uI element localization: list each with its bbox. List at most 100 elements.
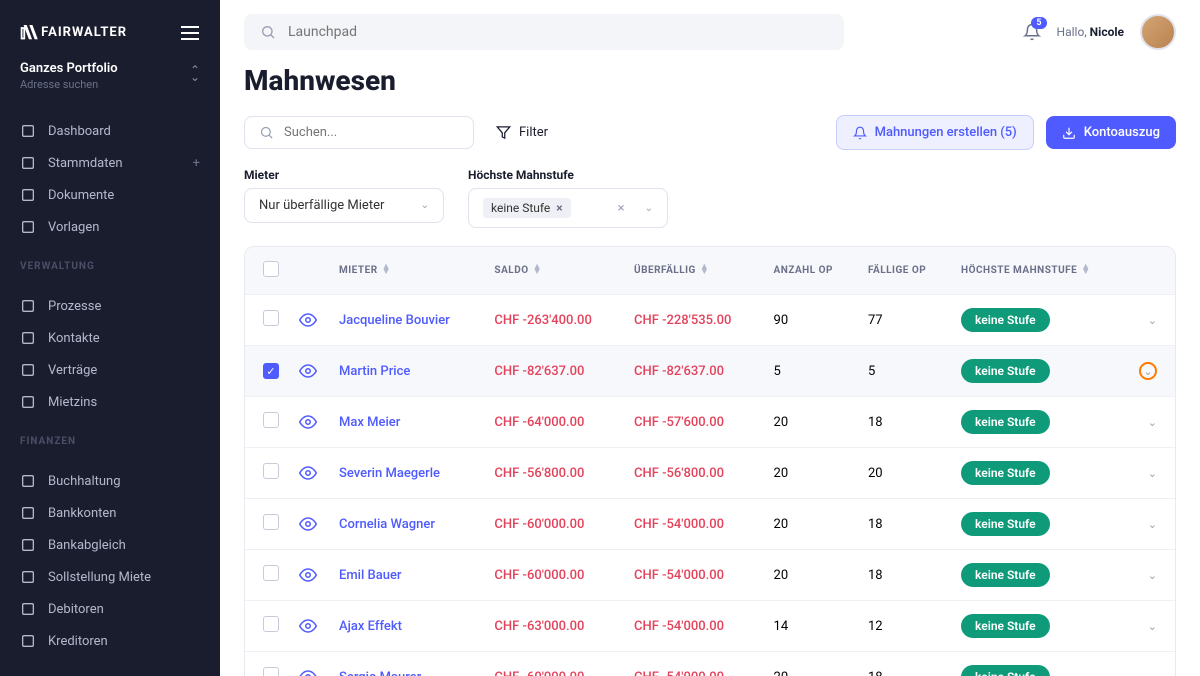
sidebar-item[interactable]: Verträge <box>0 354 220 386</box>
export-button[interactable]: Kontoauszug <box>1046 116 1176 149</box>
sidebar-item[interactable]: Stammdaten+ <box>0 147 220 179</box>
table-row: Emil BauerCHF -60'000.00CHF -54'000.0020… <box>245 550 1175 601</box>
tenant-link[interactable]: Jacqueline Bouvier <box>339 313 450 328</box>
view-icon[interactable] <box>299 311 319 329</box>
expand-row-highlighted[interactable]: ⌄ <box>1139 362 1157 380</box>
sidebar-item[interactable]: Bankkonten <box>0 497 220 529</box>
tenant-link[interactable]: Max Meier <box>339 415 400 430</box>
row-checkbox[interactable] <box>263 310 279 326</box>
expand-row[interactable]: ⌄ <box>1148 467 1157 480</box>
stufe-badge: keine Stufe <box>961 563 1050 587</box>
overdue-value: CHF -82'637.00 <box>634 364 724 379</box>
nav-icon <box>20 219 36 235</box>
create-reminders-button[interactable]: Mahnungen erstellen (5) <box>836 115 1034 150</box>
overdue-value: CHF -54'000.00 <box>634 670 724 676</box>
col-mieter[interactable]: MIETER▲▼ <box>329 247 484 295</box>
sidebar-item[interactable]: Buchhaltung <box>0 465 220 497</box>
tenant-link[interactable]: Severin Maegerle <box>339 466 440 481</box>
view-icon[interactable] <box>299 566 319 584</box>
tenant-link[interactable]: Martin Price <box>339 364 410 379</box>
tenant-link[interactable]: Emil Bauer <box>339 568 402 583</box>
expand-row[interactable]: ⌄ <box>1148 569 1157 582</box>
sidebar-item[interactable]: Dokumente <box>0 179 220 211</box>
plus-icon[interactable]: + <box>193 156 200 171</box>
expand-row[interactable]: ⌄ <box>1148 671 1157 676</box>
chevron-updown-icon: ⌃⌄ <box>190 67 200 81</box>
sidebar-item[interactable]: Debitoren <box>0 593 220 625</box>
sidebar-item[interactable]: Sollstellung Miete <box>0 561 220 593</box>
row-checkbox[interactable] <box>263 412 279 428</box>
launchpad-input[interactable] <box>288 24 828 40</box>
topbar: 5 Hallo, Nicole <box>220 0 1200 64</box>
row-checkbox[interactable] <box>263 565 279 581</box>
row-checkbox[interactable] <box>263 616 279 632</box>
row-checkbox[interactable]: ✓ <box>263 363 279 379</box>
tenant-link[interactable]: Ajax Effekt <box>339 619 402 634</box>
sidebar-item[interactable]: Bankabgleich <box>0 529 220 561</box>
sort-icon: ▲▼ <box>700 265 709 275</box>
overdue-value: CHF -54'000.00 <box>634 568 724 583</box>
row-checkbox[interactable] <box>263 463 279 479</box>
col-anzahl: ANZAHL OP <box>764 247 858 295</box>
view-icon[interactable] <box>299 668 319 676</box>
view-icon[interactable] <box>299 464 319 482</box>
filter-icon <box>496 125 511 140</box>
nav-label: Verträge <box>48 363 97 378</box>
expand-row[interactable]: ⌄ <box>1148 416 1157 429</box>
tenant-link[interactable]: Cornelia Wagner <box>339 517 435 532</box>
view-icon[interactable] <box>299 362 319 380</box>
expand-row[interactable]: ⌄ <box>1148 518 1157 531</box>
avatar[interactable] <box>1140 14 1176 50</box>
filter-stufe-select[interactable]: keine Stufe × × ⌄ <box>468 188 668 228</box>
view-icon[interactable] <box>299 515 319 533</box>
sidebar: ⫾\\ FAIRWALTER Ganzes Portfolio Adresse … <box>0 0 220 676</box>
sidebar-item[interactable]: Dashboard <box>0 115 220 147</box>
sidebar-item[interactable]: Kontakte <box>0 322 220 354</box>
filter-mieter-select[interactable]: Nur überfällige Mieter ⌄ <box>244 188 444 223</box>
tenant-link[interactable]: Sergio Maurer <box>339 670 421 676</box>
saldo-value: CHF -82'637.00 <box>494 364 584 379</box>
select-all-checkbox[interactable] <box>263 261 279 277</box>
portfolio-selector[interactable]: Ganzes Portfolio Adresse suchen ⌃⌄ <box>0 61 220 105</box>
filter-stufe-label: Höchste Mahnstufe <box>468 168 668 182</box>
col-stufe[interactable]: HÖCHSTE MAHNSTUFE▲▼ <box>951 247 1129 295</box>
expand-row[interactable]: ⌄ <box>1148 620 1157 633</box>
sidebar-item[interactable]: Prozesse <box>0 290 220 322</box>
sidebar-item[interactable]: Mietzins <box>0 386 220 418</box>
sidebar-item[interactable]: Kreditoren <box>0 625 220 657</box>
filter-button[interactable]: Filter <box>486 117 558 148</box>
brand-logo[interactable]: ⫾\\ FAIRWALTER <box>20 22 127 43</box>
clear-icon[interactable]: × <box>614 201 629 216</box>
table-search-input[interactable] <box>284 125 459 140</box>
table-row: Severin MaegerleCHF -56'800.00CHF -56'80… <box>245 448 1175 499</box>
saldo-value: CHF -60'000.00 <box>494 568 584 583</box>
hamburger-icon[interactable] <box>180 25 200 41</box>
count-op: 20 <box>764 652 858 676</box>
saldo-value: CHF -60'000.00 <box>494 517 584 532</box>
col-saldo[interactable]: SALDO▲▼ <box>484 247 624 295</box>
filter-mieter-label: Mieter <box>244 168 444 182</box>
count-op: 20 <box>764 448 858 499</box>
notifications-button[interactable]: 5 <box>1023 23 1041 41</box>
filter-stufe-chip: keine Stufe × <box>483 198 571 218</box>
row-checkbox[interactable] <box>263 667 279 676</box>
view-icon[interactable] <box>299 413 319 431</box>
saldo-value: CHF -60'000.00 <box>494 670 584 676</box>
data-table: MIETER▲▼ SALDO▲▼ ÜBERFÄLLIG▲▼ ANZAHL OP … <box>244 246 1176 676</box>
nav-icon <box>20 362 36 378</box>
expand-row[interactable]: ⌄ <box>1148 314 1157 327</box>
chip-remove-icon[interactable]: × <box>556 201 562 215</box>
saldo-value: CHF -63'000.00 <box>494 619 584 634</box>
search-icon <box>259 125 274 140</box>
nav-icon <box>20 155 36 171</box>
page-title: Mahnwesen <box>244 64 1176 97</box>
launchpad-search[interactable] <box>244 14 844 50</box>
nav-label: Kontakte <box>48 331 100 346</box>
table-search[interactable] <box>244 116 474 149</box>
row-checkbox[interactable] <box>263 514 279 530</box>
view-icon[interactable] <box>299 617 319 635</box>
col-ueberfaellig[interactable]: ÜBERFÄLLIG▲▼ <box>624 247 764 295</box>
sidebar-item[interactable]: Vorlagen <box>0 211 220 243</box>
sort-icon: ▲▼ <box>1081 265 1090 275</box>
nav-icon <box>20 394 36 410</box>
